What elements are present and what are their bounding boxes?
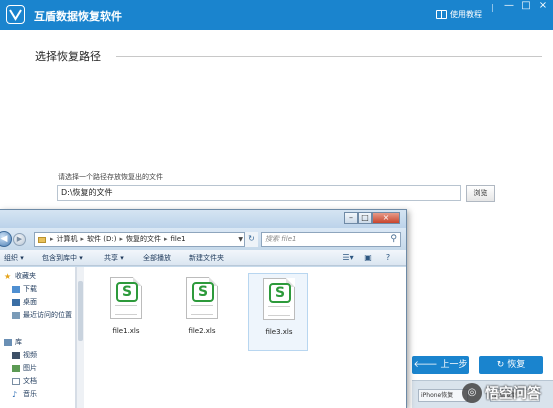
address-bar[interactable]: ▸ 计算机 ▸ 软件 (D:) ▸ 恢复的文件 ▸ file1 ▼	[34, 232, 258, 247]
nav-label: 下载	[23, 285, 37, 293]
picture-icon	[12, 364, 20, 372]
nav-label: 最近访问的位置	[23, 311, 72, 319]
file-name: file2.xls	[188, 327, 216, 335]
document-icon	[12, 377, 20, 385]
desktop-icon	[12, 298, 20, 306]
title-divider	[492, 4, 493, 12]
section-divider	[116, 56, 542, 57]
watermark: ◎ 悟空问答	[462, 378, 553, 408]
back-arrow-icon[interactable]: ◀	[0, 231, 12, 247]
folder-icon	[38, 236, 46, 243]
nav-item-pictures[interactable]: 图片	[12, 363, 37, 373]
excel-file-icon: S	[110, 277, 142, 319]
nav-label: 文档	[23, 377, 37, 385]
explorer-minimize-button[interactable]: –	[344, 212, 358, 224]
explorer-maximize-button[interactable]: □	[358, 212, 372, 224]
file-name: file3.xls	[265, 328, 293, 336]
nav-scrollbar[interactable]	[76, 267, 84, 408]
nav-label: 视频	[23, 351, 37, 359]
nav-item-recent[interactable]: 最近访问的位置	[12, 310, 72, 320]
nav-label: 收藏夹	[15, 272, 36, 280]
library-icon	[4, 338, 12, 346]
arrow-left-icon: 🡐	[413, 360, 438, 370]
nav-item-music[interactable]: ♪ 音乐	[12, 389, 37, 399]
wukong-logo-icon: ◎	[462, 383, 482, 403]
play-all-button[interactable]: 全部播放	[143, 253, 171, 263]
organize-menu[interactable]: 组织 ▾	[4, 253, 24, 263]
nav-label: 桌面	[23, 298, 37, 306]
iphone-recovery-button[interactable]: iPhone恢复	[418, 389, 468, 402]
refresh-icon: ↻	[496, 360, 505, 370]
file-item[interactable]: S file2.xls	[172, 273, 232, 351]
star-icon: ★	[4, 271, 12, 281]
search-placeholder: 搜索 file1	[265, 235, 297, 243]
path-input[interactable]: D:\恢复的文件	[57, 185, 461, 201]
file-name: file1.xls	[112, 327, 140, 335]
forward-arrow-icon[interactable]: ▶	[13, 233, 26, 246]
restore-label: 恢复	[507, 360, 526, 370]
navigation-pane: ★ 收藏夹 下载 桌面 最近访问的位置 库 视频 图片 文档 ♪ 音乐	[0, 267, 76, 408]
help-icon[interactable]: ?	[382, 252, 394, 263]
include-in-library-menu[interactable]: 包含到库中 ▾	[42, 253, 83, 263]
maximize-button[interactable]: □	[518, 0, 534, 14]
browse-button[interactable]: 浏览	[466, 185, 495, 202]
file-list: S file1.xls S file2.xls S file3.xls	[84, 267, 406, 408]
app-titlebar: 互盾数据恢复软件 使用教程 — □ ×	[0, 0, 553, 30]
breadcrumb-computer[interactable]: 计算机	[57, 233, 78, 246]
breadcrumb-drive[interactable]: 软件 (D:)	[87, 233, 116, 246]
share-menu[interactable]: 共享 ▾	[104, 253, 124, 263]
nav-label: 库	[15, 338, 22, 346]
minimize-button[interactable]: —	[501, 0, 517, 14]
nav-item-documents[interactable]: 文档	[12, 376, 37, 386]
path-prompt: 请选择一个路径存放恢复出的文件	[58, 173, 163, 181]
nav-label: 图片	[23, 364, 37, 372]
nav-item-favorites[interactable]: ★ 收藏夹	[4, 271, 36, 281]
video-icon	[12, 351, 20, 359]
view-options-icon[interactable]: ☰▾	[342, 252, 354, 263]
help-label: 使用教程	[450, 10, 482, 19]
scroll-thumb[interactable]	[78, 281, 83, 341]
section-title: 选择恢复路径	[35, 50, 101, 63]
nav-item-videos[interactable]: 视频	[12, 350, 37, 360]
help-link[interactable]: 使用教程	[436, 9, 482, 20]
search-icon: ⚲	[390, 234, 397, 244]
new-folder-button[interactable]: 新建文件夹	[189, 253, 224, 263]
refresh-icon[interactable]: ↻	[244, 232, 258, 247]
preview-pane-icon[interactable]: ▣	[362, 252, 374, 263]
watermark-text: 悟空问答	[485, 386, 541, 402]
book-icon	[436, 10, 447, 19]
prev-step-button[interactable]: 🡐 上一步	[412, 356, 469, 374]
breadcrumb-folder[interactable]: 恢复的文件	[126, 233, 161, 246]
excel-file-icon: S	[186, 277, 218, 319]
recent-places-icon	[12, 311, 20, 319]
nav-item-desktop[interactable]: 桌面	[12, 297, 37, 307]
app-title: 互盾数据恢复软件	[34, 10, 122, 23]
nav-item-libraries[interactable]: 库	[4, 337, 22, 347]
close-button[interactable]: ×	[535, 0, 551, 14]
chevron-down-icon[interactable]: ▼	[238, 233, 243, 246]
address-row: ◀ ▶ ▸ 计算机 ▸ 软件 (D:) ▸ 恢复的文件 ▸ file1 ▼ ↻ …	[0, 228, 406, 250]
explorer-close-button[interactable]: ×	[372, 212, 400, 224]
explorer-toolbar: 组织 ▾ 包含到库中 ▾ 共享 ▾ 全部播放 新建文件夹 ☰▾ ▣ ?	[0, 250, 406, 266]
file-item[interactable]: S file1.xls	[96, 273, 156, 351]
prev-step-label: 上一步	[440, 360, 468, 370]
excel-file-icon: S	[263, 278, 295, 320]
restore-button[interactable]: ↻ 恢复	[479, 356, 543, 374]
music-icon: ♪	[12, 389, 18, 399]
nav-item-downloads[interactable]: 下载	[12, 284, 37, 294]
shield-logo-icon	[6, 5, 25, 24]
breadcrumb-file1[interactable]: file1	[171, 233, 186, 246]
search-input[interactable]: 搜索 file1 ⚲	[261, 232, 401, 247]
download-folder-icon	[12, 285, 20, 293]
explorer-titlebar: – □ ×	[0, 210, 406, 228]
nav-label: 音乐	[23, 390, 37, 398]
explorer-window: – □ × ◀ ▶ ▸ 计算机 ▸ 软件 (D:) ▸ 恢复的文件 ▸ file…	[0, 209, 407, 408]
file-item-selected[interactable]: S file3.xls	[248, 273, 308, 351]
